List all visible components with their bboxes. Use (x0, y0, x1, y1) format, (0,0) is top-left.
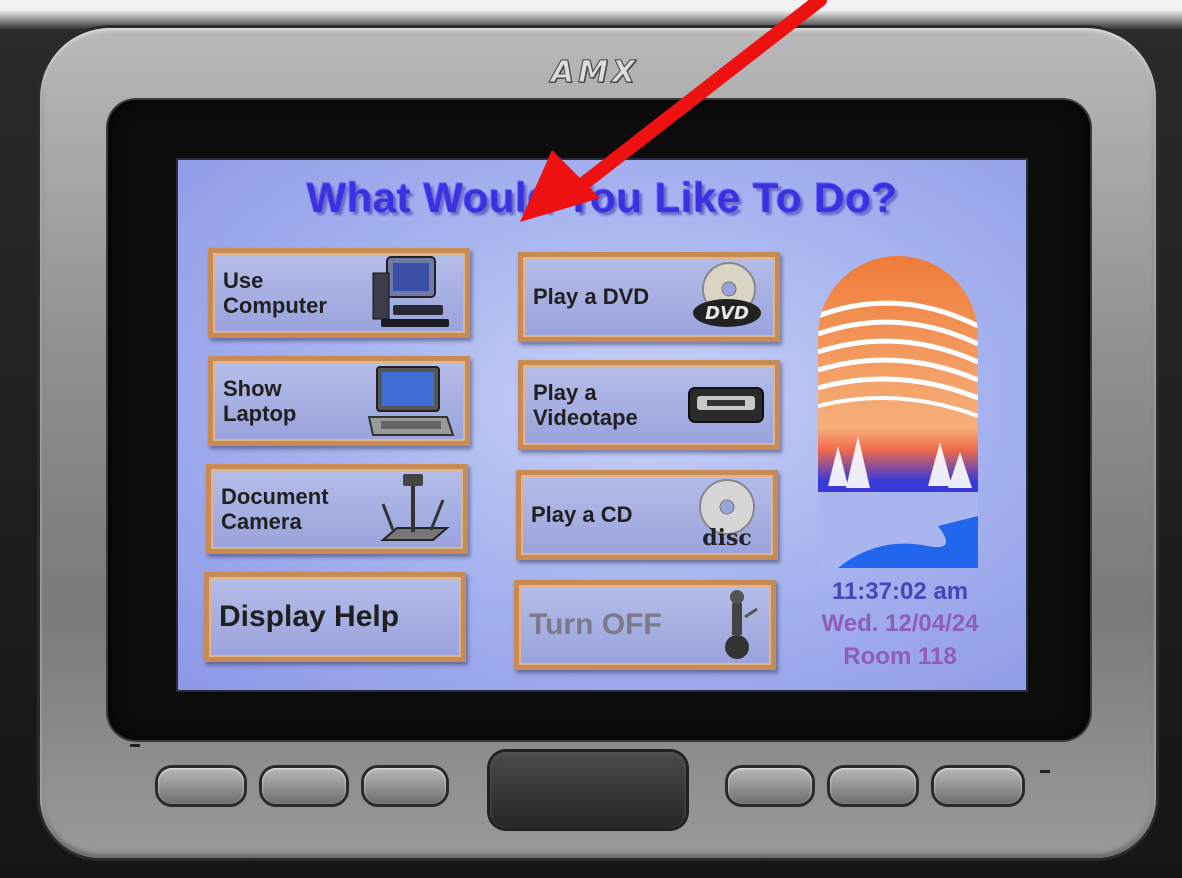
document-camera-button[interactable]: Document Camera (206, 464, 468, 554)
clock-time: 11:37:02 am (831, 578, 969, 605)
display-help-button[interactable]: Display Help (204, 572, 466, 662)
photo-scene: AMX What Would You Like To Do? Use Compu… (0, 0, 1182, 878)
arch-landscape-logo (818, 256, 978, 568)
turn-off-button[interactable]: Turn OFF (514, 580, 776, 670)
laptop-icon (367, 366, 455, 436)
power-off-icon (725, 590, 758, 659)
computer-icon (372, 256, 449, 327)
play-dvd-button[interactable]: Play a DVD DVD (518, 252, 780, 342)
play-dvd-label: Play a DVD (533, 284, 650, 310)
hardware-button-6[interactable] (934, 768, 1022, 804)
clock-date: Wed. 12/04/24 (821, 610, 979, 637)
dvd-disc-icon: DVD (693, 262, 761, 327)
indicator-led-left (130, 744, 140, 747)
svg-text:disc: disc (702, 525, 752, 551)
svg-text:DVD: DVD (705, 303, 749, 324)
use-computer-button[interactable]: Use Computer (208, 248, 470, 338)
show-laptop-label: Show Laptop (223, 375, 297, 426)
turn-off-label: Turn OFF (529, 607, 662, 641)
videotape-icon (688, 387, 764, 423)
hardware-center-pad[interactable] (490, 752, 686, 828)
room-label: Room 118 (843, 643, 957, 670)
indicator-led-right (1040, 770, 1050, 773)
compact-disc-icon: disc (699, 479, 755, 551)
show-laptop-button[interactable]: Show Laptop (208, 356, 470, 446)
hardware-button-4[interactable] (728, 768, 812, 804)
document-camera-label: Document Camera (221, 483, 329, 534)
hardware-button-2[interactable] (262, 768, 346, 804)
play-videotape-button[interactable]: Play a Videotape (518, 360, 780, 450)
play-videotape-label: Play a Videotape (533, 379, 638, 430)
play-cd-label: Play a CD (531, 502, 633, 528)
use-computer-label: Use Computer (223, 267, 327, 318)
page-title: What Would You Like To Do? (306, 174, 898, 221)
display-help-label: Display Help (219, 599, 400, 633)
hardware-button-1[interactable] (158, 768, 244, 804)
hardware-button-5[interactable] (830, 768, 916, 804)
brand-logo: AMX (550, 54, 640, 90)
document-camera-icon (380, 474, 450, 541)
touch-screen: What Would You Like To Do? Use Computer … (176, 158, 1028, 692)
hardware-button-3[interactable] (364, 768, 446, 804)
play-cd-button[interactable]: Play a CD disc (516, 470, 778, 560)
